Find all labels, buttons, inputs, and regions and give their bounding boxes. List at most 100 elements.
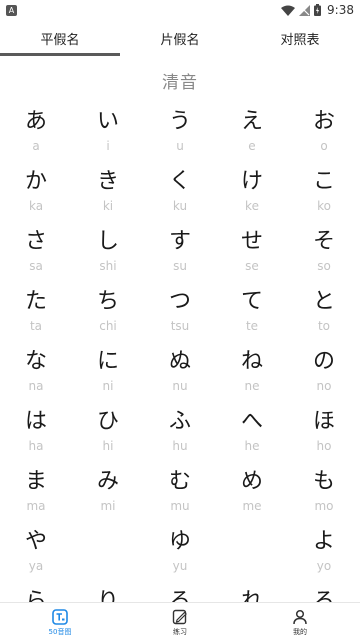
kana-row: や ya ゆ yu よ yo bbox=[0, 526, 360, 586]
kana-character: む bbox=[168, 469, 191, 494]
kana-cell-mi[interactable]: み mi bbox=[72, 466, 144, 526]
status-time: 9:38 bbox=[327, 3, 354, 17]
kana-cell-sa[interactable]: さ sa bbox=[0, 226, 72, 286]
kana-character: ま bbox=[24, 469, 47, 494]
profile-icon bbox=[292, 609, 308, 625]
nav-item-practice[interactable]: 练习 bbox=[120, 603, 240, 640]
kana-romaji: yu bbox=[172, 559, 188, 573]
kana-cell-ho[interactable]: ほ ho bbox=[288, 406, 360, 466]
kana-character: う bbox=[168, 109, 191, 134]
kana-character: し bbox=[96, 229, 119, 254]
kana-cell-he[interactable]: へ he bbox=[216, 406, 288, 466]
kana-cell-ta[interactable]: た ta bbox=[0, 286, 72, 346]
bottom-nav: 50音图 练习 我的 bbox=[0, 602, 360, 640]
kana-character: ほ bbox=[312, 409, 335, 434]
kana-cell-ku[interactable]: く ku bbox=[144, 166, 216, 226]
kana-cell-so[interactable]: そ so bbox=[288, 226, 360, 286]
kana-character: や bbox=[24, 529, 47, 554]
kana-character: せ bbox=[240, 229, 263, 254]
signal-icon bbox=[299, 4, 311, 16]
kana-cell-ne[interactable]: ね ne bbox=[216, 346, 288, 406]
kana-cell-ro[interactable]: ろro bbox=[288, 586, 360, 602]
kana-cell-re[interactable]: れre bbox=[216, 586, 288, 602]
kana-row: は ha ひ hi ふ hu へ he ほ ho bbox=[0, 406, 360, 466]
kana-cell-shi[interactable]: し shi bbox=[72, 226, 144, 286]
kana-cell-ra[interactable]: らra bbox=[0, 586, 72, 602]
kana-cell-i[interactable]: いi bbox=[72, 106, 144, 166]
notification-badge-icon: A bbox=[6, 4, 17, 16]
kana-cell-ka[interactable]: か ka bbox=[0, 166, 72, 226]
kana-cell-se[interactable]: せ se bbox=[216, 226, 288, 286]
kana-character: そ bbox=[312, 229, 335, 254]
kana-cell-ya[interactable]: や ya bbox=[0, 526, 72, 586]
kana-cell-empty bbox=[216, 526, 288, 586]
kana-cell-te[interactable]: て te bbox=[216, 286, 288, 346]
kana-cell-ke[interactable]: け ke bbox=[216, 166, 288, 226]
kana-cell-hi[interactable]: ひ hi bbox=[72, 406, 144, 466]
kana-cell-ko[interactable]: こ ko bbox=[288, 166, 360, 226]
kana-romaji: o bbox=[320, 139, 328, 153]
kana-character: へ bbox=[240, 409, 263, 434]
tab-comparison-table[interactable]: 对照表 bbox=[240, 20, 360, 56]
kana-cell-e[interactable]: えe bbox=[216, 106, 288, 166]
kana-cell-yu[interactable]: ゆ yu bbox=[144, 526, 216, 586]
kana-cell-ha[interactable]: は ha bbox=[0, 406, 72, 466]
kana-cell-mo[interactable]: も mo bbox=[288, 466, 360, 526]
kana-romaji: mo bbox=[314, 499, 334, 513]
kana-character: の bbox=[312, 349, 335, 374]
kana-romaji: to bbox=[317, 319, 331, 333]
kana-character: ふ bbox=[168, 409, 191, 434]
kana-romaji: sa bbox=[29, 259, 43, 273]
kana-cell-chi[interactable]: ち chi bbox=[72, 286, 144, 346]
kana-character: ち bbox=[96, 289, 119, 314]
kana-cell-nu[interactable]: ぬ nu bbox=[144, 346, 216, 406]
nav-label: 50音图 bbox=[48, 627, 72, 636]
kana-cell-hu[interactable]: ふ hu bbox=[144, 406, 216, 466]
kana-character: な bbox=[24, 349, 47, 374]
kana-character: に bbox=[96, 349, 119, 374]
tab-katakana[interactable]: 片假名 bbox=[120, 20, 240, 56]
kana-cell-me[interactable]: め me bbox=[216, 466, 288, 526]
kana-romaji: ha bbox=[28, 439, 44, 453]
kana-romaji: e bbox=[248, 139, 256, 153]
kana-romaji: i bbox=[106, 139, 110, 153]
kana-cell-no[interactable]: の no bbox=[288, 346, 360, 406]
nav-item-profile[interactable]: 我的 bbox=[240, 603, 360, 640]
kana-cell-u[interactable]: うu bbox=[144, 106, 216, 166]
kana-character: て bbox=[240, 289, 263, 314]
kana-romaji: na bbox=[28, 379, 44, 393]
kana-cell-o[interactable]: おo bbox=[288, 106, 360, 166]
kana-character: こ bbox=[312, 169, 335, 194]
kana-cell-ni[interactable]: に ni bbox=[72, 346, 144, 406]
tab-hiragana[interactable]: 平假名 bbox=[0, 20, 120, 56]
nav-label: 我的 bbox=[293, 627, 307, 636]
kana-cell-empty bbox=[72, 526, 144, 586]
kana-cell-ma[interactable]: ま ma bbox=[0, 466, 72, 526]
kana-row: さ sa し shi す su せ se そ so bbox=[0, 226, 360, 286]
kana-row: た ta ち chi つ tsu て te と to bbox=[0, 286, 360, 346]
kana-romaji: ma bbox=[26, 499, 46, 513]
nav-item-kana-chart[interactable]: 50音图 bbox=[0, 603, 120, 640]
kana-romaji: u bbox=[176, 139, 184, 153]
kana-cell-tsu[interactable]: つ tsu bbox=[144, 286, 216, 346]
kana-chart-icon bbox=[52, 608, 68, 625]
kana-cell-ki[interactable]: き ki bbox=[72, 166, 144, 226]
kana-romaji: ta bbox=[29, 319, 43, 333]
kana-romaji: ku bbox=[172, 199, 188, 213]
section-title: 清音 bbox=[162, 73, 198, 93]
kana-cell-a[interactable]: あa bbox=[0, 106, 72, 166]
kana-character: ゆ bbox=[168, 529, 191, 554]
kana-cell-mu[interactable]: む mu bbox=[144, 466, 216, 526]
kana-cell-ru[interactable]: るru bbox=[144, 586, 216, 602]
kana-cell-to[interactable]: と to bbox=[288, 286, 360, 346]
tab-label: 平假名 bbox=[40, 32, 80, 48]
kana-cell-ri[interactable]: りri bbox=[72, 586, 144, 602]
kana-cell-su[interactable]: す su bbox=[144, 226, 216, 286]
kana-character: も bbox=[312, 469, 335, 494]
kana-romaji: no bbox=[316, 379, 332, 393]
kana-cell-yo[interactable]: よ yo bbox=[288, 526, 360, 586]
kana-romaji: so bbox=[317, 259, 331, 273]
kana-cell-na[interactable]: な na bbox=[0, 346, 72, 406]
kana-romaji: ke bbox=[245, 199, 259, 213]
kana-romaji: chi bbox=[99, 319, 117, 333]
